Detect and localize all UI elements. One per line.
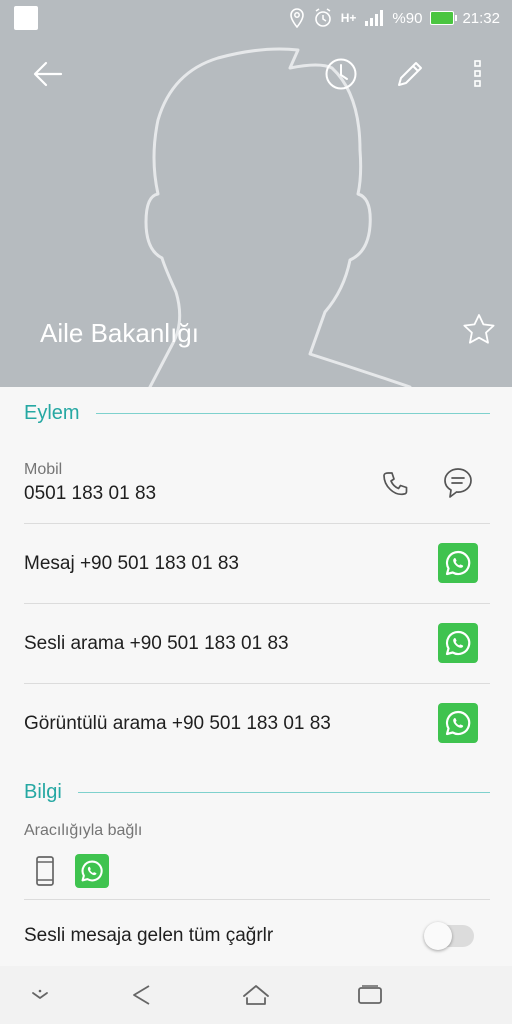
more-options-button[interactable] (460, 56, 496, 92)
hide-nav-button[interactable] (20, 978, 60, 1012)
contact-name: Aile Bakanlığı (40, 318, 199, 348)
history-button[interactable] (323, 56, 359, 92)
section-header-info: Bilgi (24, 781, 490, 804)
favorite-button[interactable] (462, 313, 496, 347)
section-header-actions: Eylem (24, 402, 490, 425)
whatsapp-video-call-row[interactable]: Görüntülü arama +90 501 183 01 83 (24, 713, 331, 735)
nav-recents-button[interactable] (350, 978, 390, 1012)
alarm-icon (314, 8, 331, 27)
row-divider (24, 899, 490, 900)
mobile-device-icon (36, 856, 54, 886)
whatsapp-message-row[interactable]: Mesaj +90 501 183 01 83 (24, 553, 239, 575)
phone-icon (383, 472, 408, 496)
more-icon (474, 60, 481, 87)
back-button[interactable] (30, 56, 66, 92)
whatsapp-icon (445, 710, 471, 736)
star-icon (463, 314, 495, 344)
back-arrow-icon (33, 61, 63, 87)
battery-icon (430, 11, 458, 25)
whatsapp-account-button[interactable] (75, 854, 109, 888)
sms-button[interactable] (441, 466, 475, 500)
whatsapp-icon (81, 860, 103, 882)
row-divider (24, 683, 490, 684)
chevron-down-icon (32, 989, 48, 999)
section-title-info: Bilgi (24, 781, 62, 803)
location-icon (289, 8, 304, 28)
toggle-knob (424, 922, 452, 950)
whatsapp-icon (445, 550, 471, 576)
history-icon (325, 58, 357, 90)
notification-icon (14, 6, 38, 30)
message-icon (444, 468, 472, 498)
signal-icon (365, 10, 384, 26)
row-divider (24, 603, 490, 604)
connected-via-label: Aracılığıyla bağlı (24, 822, 143, 839)
whatsapp-voice-call-row[interactable]: Sesli arama +90 501 183 01 83 (24, 633, 289, 655)
device-account-button[interactable] (33, 855, 57, 887)
nav-back-button[interactable] (122, 978, 162, 1012)
call-button[interactable] (379, 467, 413, 501)
network-type: H+ (340, 11, 357, 25)
battery-percent: %90 (392, 9, 423, 27)
whatsapp-icon (445, 630, 471, 656)
clock: 21:32 (462, 9, 500, 27)
mobile-label: Mobil (24, 461, 63, 478)
back-triangle-icon (133, 985, 150, 1005)
voicemail-all-calls-label: Sesli mesaja gelen tüm çağrlr (24, 925, 274, 946)
contact-header: H+ %90 21:32 Aile Bakanlığı (0, 0, 512, 387)
section-divider (95, 413, 490, 414)
nav-home-button[interactable] (236, 978, 276, 1012)
home-icon (243, 985, 269, 1005)
edit-button[interactable] (392, 56, 428, 92)
section-title-actions: Eylem (24, 402, 80, 424)
recent-apps-icon (358, 985, 382, 1004)
mobile-number[interactable]: 0501 183 01 83 (24, 483, 156, 505)
whatsapp-video-call-button[interactable] (438, 703, 478, 743)
whatsapp-message-button[interactable] (438, 543, 478, 583)
voicemail-toggle[interactable] (424, 922, 474, 950)
edit-icon (398, 62, 422, 86)
section-divider (77, 792, 490, 793)
whatsapp-voice-call-button[interactable] (438, 623, 478, 663)
row-divider (24, 523, 490, 524)
status-bar: H+ %90 21:32 (0, 0, 512, 36)
system-nav-bar (0, 966, 512, 1024)
